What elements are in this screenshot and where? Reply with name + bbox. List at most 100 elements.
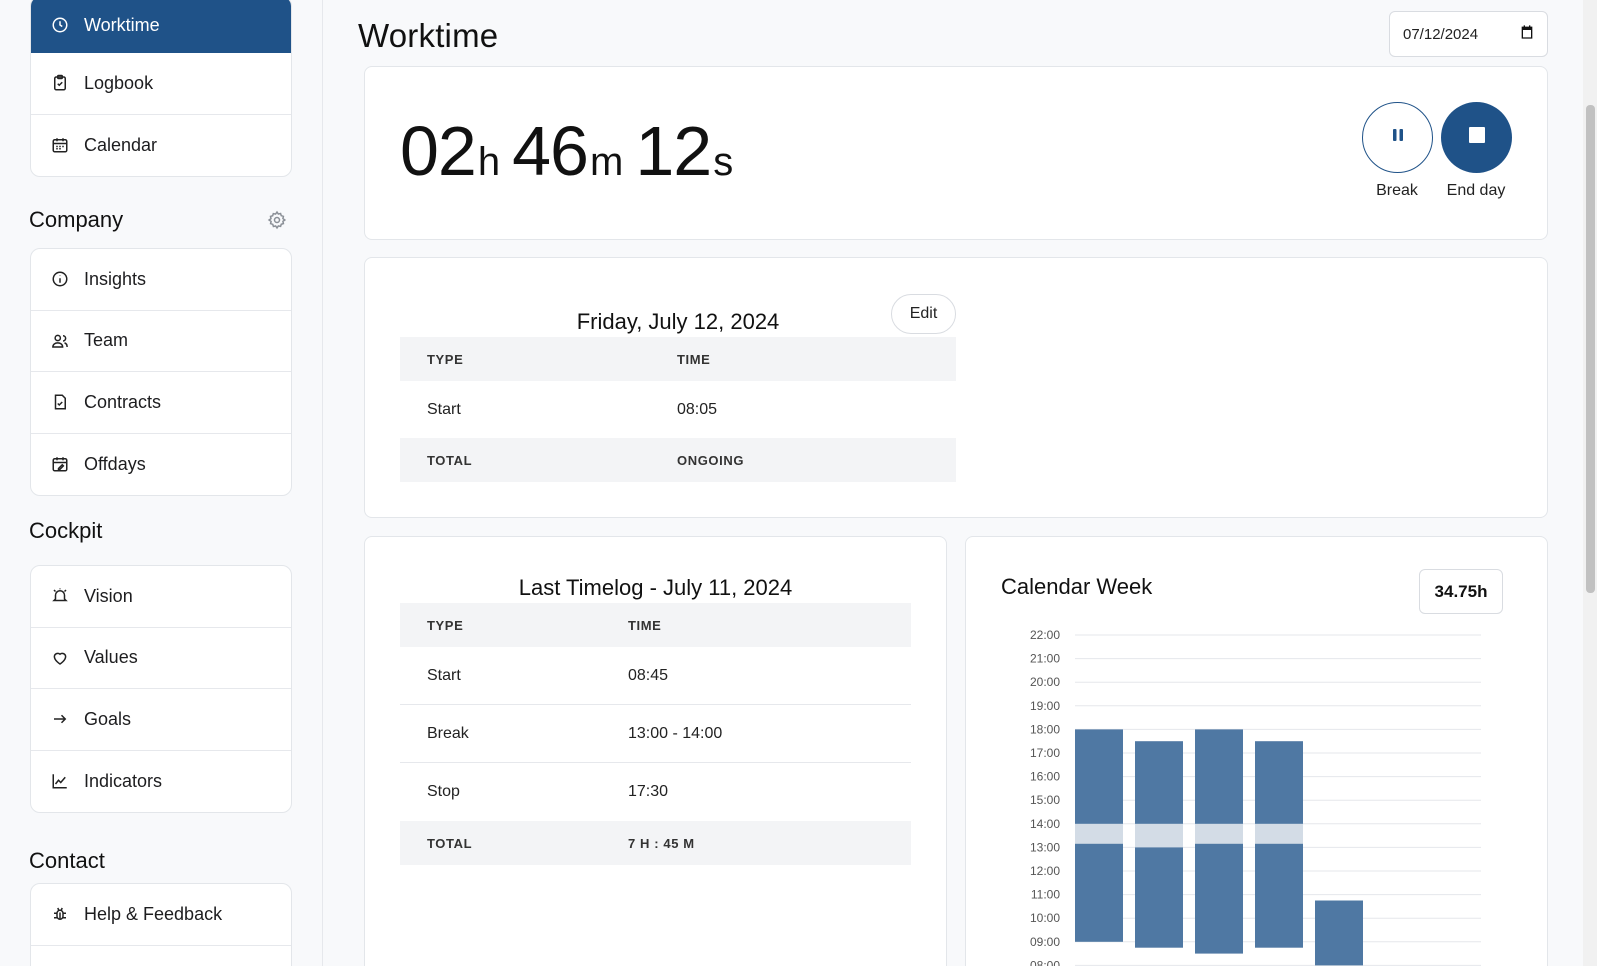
end-day-button[interactable] (1441, 102, 1512, 173)
sidebar-item-label: Goals (84, 708, 132, 729)
clipboard-icon (51, 74, 69, 92)
break-label: Break (1376, 182, 1418, 199)
contract-icon (51, 393, 69, 411)
sidebar-item-label: Vision (84, 585, 133, 606)
section-title-cockpit: Cockpit (29, 518, 103, 543)
arrow-right-icon (51, 710, 69, 728)
timer-hours: 02 (400, 112, 477, 190)
y-tick-label: 15:00 (1030, 793, 1060, 807)
scrollbar-thumb[interactable] (1586, 105, 1595, 593)
sidebar-item-vision[interactable]: Vision (31, 566, 291, 628)
elapsed-timer: 02 h 46 m 12 s (400, 111, 745, 191)
sidebar-item-contracts[interactable]: Contracts (31, 372, 291, 434)
y-tick-label: 10:00 (1030, 911, 1060, 925)
section-title-company: Company (29, 207, 124, 232)
row-time: 17:30 (628, 783, 669, 800)
timer-minutes-unit: m (590, 140, 624, 184)
alarm-icon (51, 587, 69, 605)
sidebar-item-next[interactable] (31, 946, 291, 966)
row-time: 08:45 (628, 666, 669, 684)
nav-group-cockpit: Vision Values Goals Indicators (30, 565, 292, 813)
row-type: Start (427, 666, 461, 684)
end-day-label: End day (1446, 182, 1506, 199)
sidebar-item-calendar[interactable]: Calendar (31, 115, 291, 177)
table-row: Start 08:05 (400, 381, 956, 438)
edit-button[interactable]: Edit (891, 294, 956, 334)
timer-seconds: 12 (635, 112, 712, 190)
sidebar-item-label: Offdays (84, 453, 146, 474)
nav-group-contact: Help & Feedback (30, 883, 292, 966)
pause-icon (1392, 128, 1404, 147)
y-tick-label: 17:00 (1030, 746, 1060, 760)
table-row: Break 13:00 - 14:00 (400, 705, 911, 763)
info-icon (51, 270, 69, 288)
y-tick-label: 08:00 (1030, 958, 1060, 966)
calendar-picker-icon[interactable] (1519, 24, 1535, 44)
table-row: Stop 17:30 (400, 763, 911, 821)
users-icon (51, 332, 69, 350)
y-tick-label: 13:00 (1030, 840, 1060, 854)
sidebar-item-label: Team (84, 330, 129, 351)
row-type: Start (427, 400, 461, 418)
heart-icon (51, 649, 69, 667)
table-row: Start 08:45 (400, 647, 911, 705)
row-time: 13:00 - 14:00 (628, 724, 723, 742)
sidebar: Worktime Logbook Calendar Company Insigh… (0, 0, 323, 966)
last-timelog-total-row: TOTAL 7 H : 45 M (400, 821, 911, 865)
timer-hours-unit: h (477, 140, 501, 184)
y-tick-label: 11:00 (1031, 888, 1060, 902)
row-time: 08:05 (677, 400, 718, 418)
y-tick-label: 22:00 (1030, 628, 1060, 642)
total-value: ONGOING (677, 452, 745, 468)
y-tick-label: 19:00 (1030, 699, 1060, 713)
bug-icon (51, 905, 69, 923)
sidebar-item-offdays[interactable]: Offdays (31, 434, 291, 496)
y-tick-label: 21:00 (1030, 652, 1060, 666)
sidebar-item-help-feedback[interactable]: Help & Feedback (31, 884, 291, 946)
sidebar-item-label: Calendar (84, 134, 158, 155)
y-tick-label: 20:00 (1030, 675, 1060, 689)
date-value: 07/12/2024 (1403, 25, 1479, 43)
workday-bar[interactable] (1255, 741, 1303, 948)
total-label: TOTAL (427, 452, 473, 468)
calendar-week-title: Calendar Week (1001, 574, 1153, 599)
break-band (1255, 823, 1303, 844)
calendar-edit-icon (51, 455, 69, 473)
sidebar-item-label: Insights (84, 268, 147, 289)
today-total-row: TOTAL ONGOING (400, 438, 956, 482)
y-tick-label: 16:00 (1030, 770, 1060, 784)
today-table-header: TYPE TIME (400, 337, 956, 381)
col-time: TIME (677, 351, 711, 367)
sidebar-item-label: Help & Feedback (84, 903, 223, 924)
sidebar-item-label: Worktime (84, 14, 160, 35)
total-label: TOTAL (427, 835, 473, 851)
stop-icon (1468, 126, 1486, 149)
break-band (1195, 823, 1243, 844)
sidebar-item-values[interactable]: Values (31, 628, 291, 689)
calendar-week-chart: 22:00 21:00 20:00 19:00 18:00 17:00 16:00 15:00… (1030, 628, 1481, 966)
y-tick-label: 18:00 (1030, 722, 1060, 736)
gear-icon[interactable] (267, 210, 287, 230)
break-band (1075, 823, 1123, 844)
break-button[interactable] (1362, 102, 1433, 173)
calendar-icon (51, 136, 69, 154)
sidebar-item-goals[interactable]: Goals (31, 689, 291, 751)
timer-seconds-unit: s (713, 140, 734, 184)
sidebar-item-indicators[interactable]: Indicators (31, 751, 291, 813)
last-timelog-title: Last Timelog - July 11, 2024 (518, 575, 793, 600)
sidebar-item-label: Logbook (84, 72, 154, 93)
col-type: TYPE (427, 617, 464, 633)
date-picker-input[interactable]: 07/12/2024 (1389, 11, 1548, 57)
sidebar-item-team[interactable]: Team (31, 311, 291, 372)
sidebar-item-worktime[interactable]: Worktime (31, 0, 291, 53)
last-timelog-table-header: TYPE TIME (400, 603, 911, 647)
workday-bar[interactable] (1315, 900, 1363, 966)
nav-group-main: Worktime Logbook Calendar (30, 0, 292, 177)
nav-group-company: Insights Team Contracts Offdays (30, 248, 292, 496)
sidebar-item-insights[interactable]: Insights (31, 249, 291, 311)
total-value: 7 H : 45 M (628, 835, 695, 851)
row-type: Break (427, 724, 469, 742)
page-title: Worktime (358, 17, 499, 54)
sidebar-item-logbook[interactable]: Logbook (31, 53, 291, 115)
week-total-badge: 34.75h (1419, 569, 1503, 614)
